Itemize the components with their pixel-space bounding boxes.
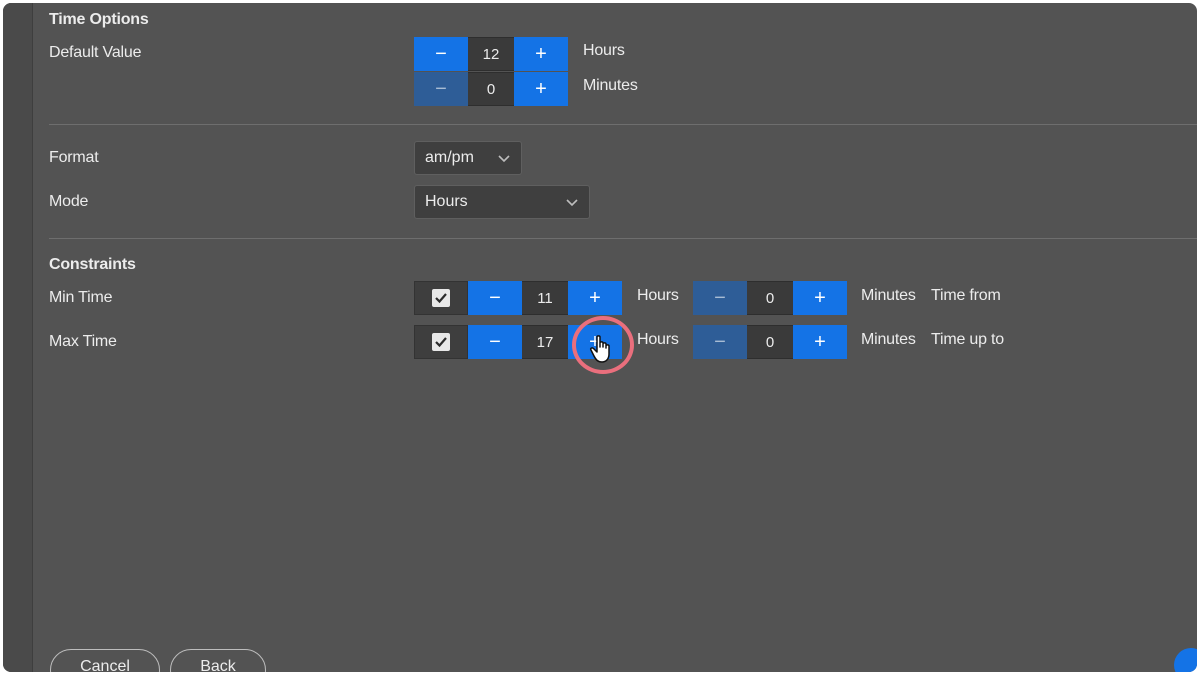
max-time-label: Max Time	[49, 333, 117, 350]
min-minutes-increment-button[interactable]: +	[793, 281, 847, 315]
min-hours-decrement-button[interactable]: −	[468, 281, 522, 315]
mode-dropdown[interactable]: Hours	[414, 185, 590, 219]
default-minutes-increment-button[interactable]: +	[514, 72, 568, 106]
cancel-button-label: Cancel	[80, 658, 130, 672]
max-minutes-increment-button[interactable]: +	[793, 325, 847, 359]
max-hours-unit: Hours	[637, 331, 679, 348]
max-minutes-decrement-button[interactable]: −	[693, 325, 747, 359]
chevron-down-icon	[498, 155, 510, 163]
max-time-checkbox[interactable]	[414, 325, 468, 359]
default-hours-increment-button[interactable]: +	[514, 37, 568, 71]
max-time-suffix: Time up to	[931, 331, 1004, 348]
min-time-label: Min Time	[49, 289, 113, 306]
check-icon	[435, 293, 447, 304]
max-minutes-unit: Minutes	[861, 331, 916, 348]
max-hours-decrement-button[interactable]: −	[468, 325, 522, 359]
default-hours-stepper: − 12 +	[414, 37, 568, 71]
back-button[interactable]: Back	[170, 649, 266, 672]
section-divider	[49, 238, 1197, 239]
default-minutes-decrement-button[interactable]: −	[414, 72, 468, 106]
cancel-button[interactable]: Cancel	[50, 649, 160, 672]
max-minutes-value[interactable]: 0	[747, 325, 793, 359]
default-hours-decrement-button[interactable]: −	[414, 37, 468, 71]
check-icon	[435, 337, 447, 348]
hand-pointer-icon	[590, 335, 610, 363]
min-time-suffix: Time from	[931, 287, 1001, 304]
format-dropdown[interactable]: am/pm	[414, 141, 522, 175]
mode-selected-value: Hours	[425, 193, 468, 210]
min-minutes-unit: Minutes	[861, 287, 916, 304]
min-time-hours-stepper: − 11 +	[414, 281, 622, 315]
max-hours-value[interactable]: 17	[522, 325, 568, 359]
min-time-minutes-stepper: − 0 +	[693, 281, 847, 315]
min-time-checkbox[interactable]	[414, 281, 468, 315]
mode-label: Mode	[49, 193, 89, 210]
min-minutes-decrement-button[interactable]: −	[693, 281, 747, 315]
format-label: Format	[49, 149, 99, 166]
default-hours-value[interactable]: 12	[468, 37, 514, 71]
default-value-label: Default Value	[49, 44, 142, 61]
max-time-minutes-stepper: − 0 +	[693, 325, 847, 359]
floating-action-button[interactable]	[1174, 648, 1197, 672]
default-hours-unit: Hours	[583, 42, 625, 59]
min-minutes-value[interactable]: 0	[747, 281, 793, 315]
back-button-label: Back	[200, 658, 236, 672]
format-selected-value: am/pm	[425, 149, 474, 166]
section-divider	[49, 124, 1197, 125]
min-hours-value[interactable]: 11	[522, 281, 568, 315]
default-minutes-unit: Minutes	[583, 77, 638, 94]
default-minutes-value[interactable]: 0	[468, 72, 514, 106]
section-heading-constraints: Constraints	[49, 256, 136, 273]
default-minutes-stepper: − 0 +	[414, 72, 568, 106]
min-hours-unit: Hours	[637, 287, 679, 304]
left-sidebar-strip	[3, 3, 33, 672]
chevron-down-icon	[566, 199, 578, 207]
section-heading-time-options: Time Options	[49, 11, 149, 28]
min-hours-increment-button[interactable]: +	[568, 281, 622, 315]
